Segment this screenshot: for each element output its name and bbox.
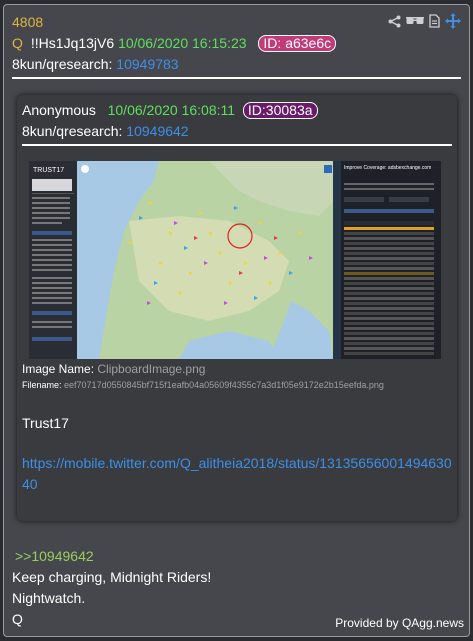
tripcode: !!Hs1Jq13jV6 bbox=[30, 35, 115, 51]
body-line-3: Q bbox=[12, 611, 23, 627]
move-icon[interactable] bbox=[445, 13, 461, 29]
board-prefix: 8kun/qresearch: bbox=[12, 56, 117, 72]
share-icon[interactable] bbox=[388, 15, 401, 28]
image-right-panel-title: Improve Coverage: adsbexchange.com bbox=[344, 165, 431, 171]
post-number[interactable]: 4808 bbox=[12, 14, 43, 30]
quoted-board-prefix: 8kun/qresearch: bbox=[22, 123, 127, 139]
image-name-value: ClipboardImage.png bbox=[97, 362, 206, 376]
quoted-author: Anonymous bbox=[22, 102, 96, 118]
quoted-board-line: 8kun/qresearch: 10949642 bbox=[22, 123, 189, 139]
attached-image[interactable]: TRUST17 Improve Coverage: adsbexchange.c… bbox=[29, 161, 441, 359]
quoted-id-badge[interactable]: ID:30083a bbox=[242, 102, 318, 119]
glasses-icon[interactable] bbox=[406, 15, 424, 27]
quoted-post: Anonymous 10/06/2020 16:08:11 ID:30083a … bbox=[17, 95, 457, 521]
post-timestamp: 10/06/2020 16:15:23 bbox=[118, 35, 247, 51]
image-filename-value: eef70717d0550845bf715f1eafb04a05609f4355… bbox=[64, 380, 384, 390]
image-filename-line: Filename: eef70717d0550845bf715f1eafb04a… bbox=[22, 380, 384, 390]
image-name-label: Image Name: bbox=[22, 362, 98, 376]
reply-reference[interactable]: >>10949642 bbox=[15, 548, 94, 564]
image-name-line: Image Name: ClipboardImage.png bbox=[22, 362, 205, 376]
quoted-divider bbox=[22, 144, 452, 146]
post-actions bbox=[388, 13, 461, 29]
quoted-twitter-link[interactable]: https://mobile.twitter.com/Q_alitheia201… bbox=[22, 453, 454, 495]
quoted-text: Trust17 bbox=[22, 415, 69, 431]
document-icon[interactable] bbox=[429, 14, 440, 28]
image-filename-label: Filename: bbox=[22, 380, 65, 390]
post-header: Q !!Hs1Jq13jV6 10/06/2020 16:15:23 ID: a6… bbox=[12, 35, 337, 52]
image-panel-title: TRUST17 bbox=[33, 167, 64, 174]
post-id-badge[interactable]: ID: a63e6c bbox=[258, 35, 337, 52]
body-line-2: Nightwatch. bbox=[12, 590, 86, 606]
quoted-header: Anonymous 10/06/2020 16:08:11 ID:30083a bbox=[22, 102, 318, 119]
header-divider bbox=[12, 77, 461, 79]
footer-credit[interactable]: Provided by QAgg.news bbox=[335, 616, 464, 630]
board-ref-link[interactable]: 10949783 bbox=[116, 56, 178, 72]
body-line-1: Keep charging, Midnight Riders! bbox=[12, 569, 212, 585]
quoted-timestamp: 10/06/2020 16:08:11 bbox=[107, 102, 236, 118]
post-board-line: 8kun/qresearch: 10949783 bbox=[12, 56, 179, 72]
post-card: 4808 Q !!Hs1Jq13jV6 10/06/2020 16:15:23 … bbox=[3, 4, 470, 637]
quoted-board-ref-link[interactable]: 10949642 bbox=[126, 123, 188, 139]
q-marker: Q bbox=[12, 35, 23, 51]
